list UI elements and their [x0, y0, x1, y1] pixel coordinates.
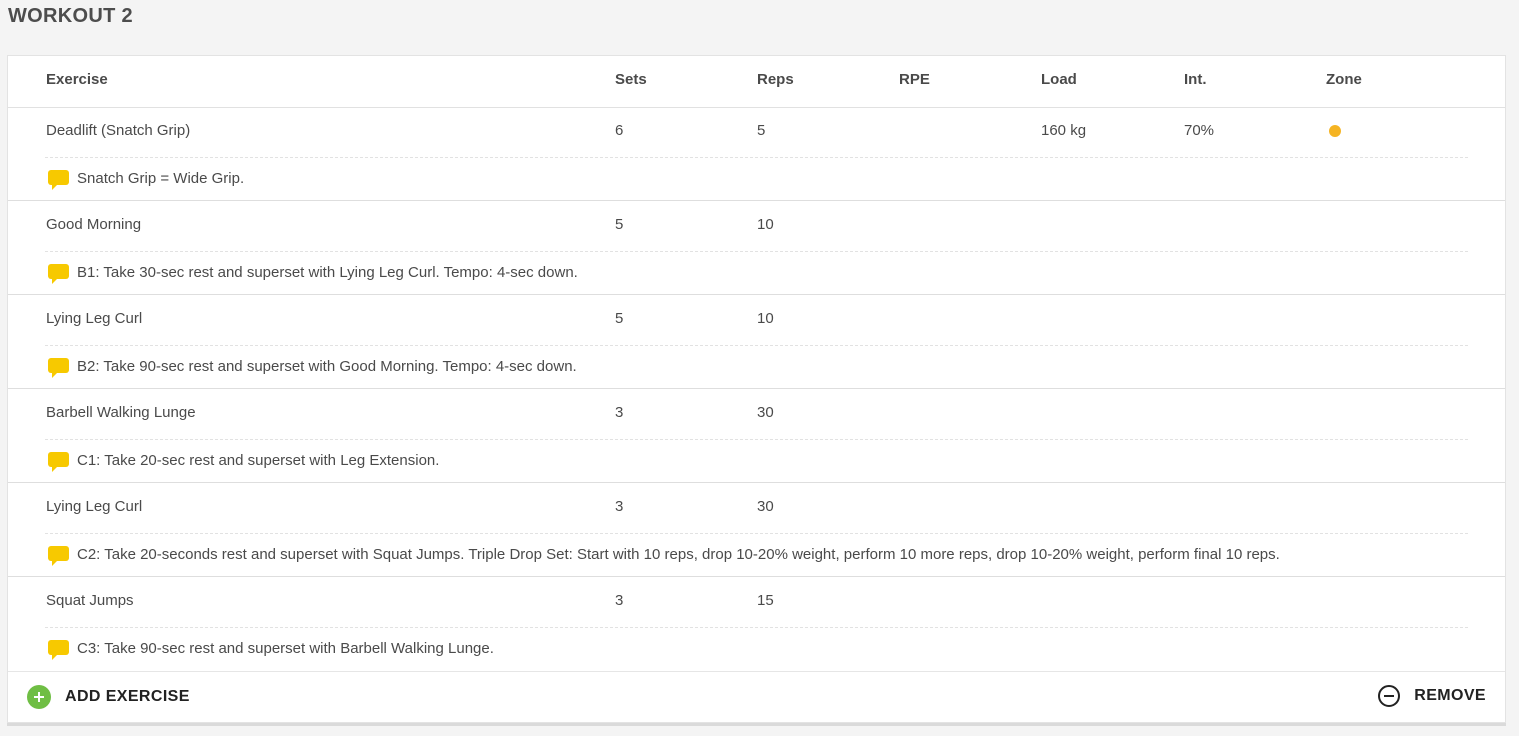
header-reps: Reps	[757, 71, 794, 88]
header-zone: Zone	[1326, 71, 1362, 88]
zone-dot-cell	[1326, 122, 1341, 141]
exercise-name[interactable]: Barbell Walking Lunge	[46, 404, 196, 421]
exercise-reps: 15	[757, 592, 774, 609]
minus-circle-icon[interactable]	[1378, 685, 1401, 707]
table-header: Exercise Sets Reps RPE Load Int. Zone	[8, 56, 1505, 108]
exercise-note: C1: Take 20-sec rest and superset with L…	[48, 452, 440, 472]
exercise-reps: 10	[757, 310, 774, 327]
exercise-sets: 3	[615, 404, 624, 421]
exercise-main: Squat Jumps 3 15	[8, 577, 1505, 627]
exercise-row[interactable]: Barbell Walking Lunge 3 30 C1: Take 20-s…	[8, 389, 1505, 483]
exercise-row[interactable]: Good Morning 5 10 B1: Take 30-sec rest a…	[8, 201, 1505, 295]
note-text: C1: Take 20-sec rest and superset with L…	[77, 452, 440, 469]
exercise-int: 70%	[1184, 122, 1215, 139]
speech-bubble-icon	[48, 452, 69, 472]
row-divider	[45, 345, 1468, 346]
exercise-sets: 5	[615, 216, 624, 233]
exercise-load: 160 kg	[1041, 122, 1087, 139]
note-text: C2: Take 20-seconds rest and superset wi…	[77, 546, 1280, 563]
exercise-sets: 6	[615, 122, 624, 139]
exercise-row[interactable]: Deadlift (Snatch Grip) 6 5 160 kg 70% Sn…	[8, 107, 1505, 201]
exercise-main: Barbell Walking Lunge 3 30	[8, 389, 1505, 439]
exercise-name[interactable]: Lying Leg Curl	[46, 498, 142, 515]
exercise-note: B1: Take 30-sec rest and superset with L…	[48, 264, 578, 284]
page-title: WORKOUT 2	[8, 5, 133, 27]
header-load: Load	[1041, 71, 1077, 88]
exercise-reps: 30	[757, 404, 774, 421]
speech-bubble-icon	[48, 640, 69, 660]
row-divider	[45, 627, 1468, 628]
exercise-note: C3: Take 90-sec rest and superset with B…	[48, 640, 494, 660]
speech-bubble-icon	[48, 264, 69, 284]
header-exercise: Exercise	[46, 71, 108, 88]
row-divider	[45, 439, 1468, 440]
row-divider	[45, 533, 1468, 534]
exercise-note: Snatch Grip = Wide Grip.	[48, 170, 245, 190]
exercise-note: C2: Take 20-seconds rest and superset wi…	[48, 546, 1280, 566]
speech-bubble-icon	[48, 170, 69, 190]
exercise-row[interactable]: Squat Jumps 3 15 C3: Take 90-sec rest an…	[8, 577, 1505, 672]
exercise-main: Lying Leg Curl 3 30	[8, 483, 1505, 533]
note-text: Snatch Grip = Wide Grip.	[77, 170, 245, 187]
speech-bubble-icon	[48, 546, 69, 566]
note-text: B1: Take 30-sec rest and superset with L…	[77, 264, 578, 281]
note-text: B2: Take 90-sec rest and superset with G…	[77, 358, 577, 375]
exercise-note: B2: Take 90-sec rest and superset with G…	[48, 358, 577, 378]
exercise-row[interactable]: Lying Leg Curl 3 30 C2: Take 20-seconds …	[8, 483, 1505, 577]
add-exercise-button[interactable]: ADD EXERCISE	[27, 685, 190, 709]
header-sets: Sets	[615, 71, 647, 88]
exercise-reps: 5	[757, 122, 766, 139]
exercise-name[interactable]: Deadlift (Snatch Grip)	[46, 122, 190, 139]
exercise-sets: 5	[615, 310, 624, 327]
exercise-name[interactable]: Lying Leg Curl	[46, 310, 142, 327]
header-int: Int.	[1184, 71, 1207, 88]
exercise-main: Lying Leg Curl 5 10	[8, 295, 1505, 345]
note-text: C3: Take 90-sec rest and superset with B…	[77, 640, 494, 657]
add-exercise-label[interactable]: ADD EXERCISE	[65, 688, 190, 706]
exercise-name[interactable]: Good Morning	[46, 216, 141, 233]
row-divider	[45, 251, 1468, 252]
plus-circle-icon[interactable]	[27, 685, 51, 709]
exercise-main: Good Morning 5 10	[8, 201, 1505, 251]
card-footer: ADD EXERCISE REMOVE	[8, 673, 1505, 723]
row-divider	[45, 157, 1468, 158]
speech-bubble-icon	[48, 358, 69, 378]
exercise-sets: 3	[615, 498, 624, 515]
zone-dot	[1329, 125, 1341, 137]
exercise-sets: 3	[615, 592, 624, 609]
remove-button[interactable]: REMOVE	[1378, 685, 1486, 707]
exercise-row[interactable]: Lying Leg Curl 5 10 B2: Take 90-sec rest…	[8, 295, 1505, 389]
remove-label[interactable]: REMOVE	[1414, 687, 1486, 705]
workout-card: Exercise Sets Reps RPE Load Int. Zone De…	[7, 55, 1506, 723]
exercise-reps: 10	[757, 216, 774, 233]
exercise-main: Deadlift (Snatch Grip) 6 5 160 kg 70%	[8, 107, 1505, 157]
header-rpe: RPE	[899, 71, 930, 88]
exercise-reps: 30	[757, 498, 774, 515]
exercise-name[interactable]: Squat Jumps	[46, 592, 134, 609]
